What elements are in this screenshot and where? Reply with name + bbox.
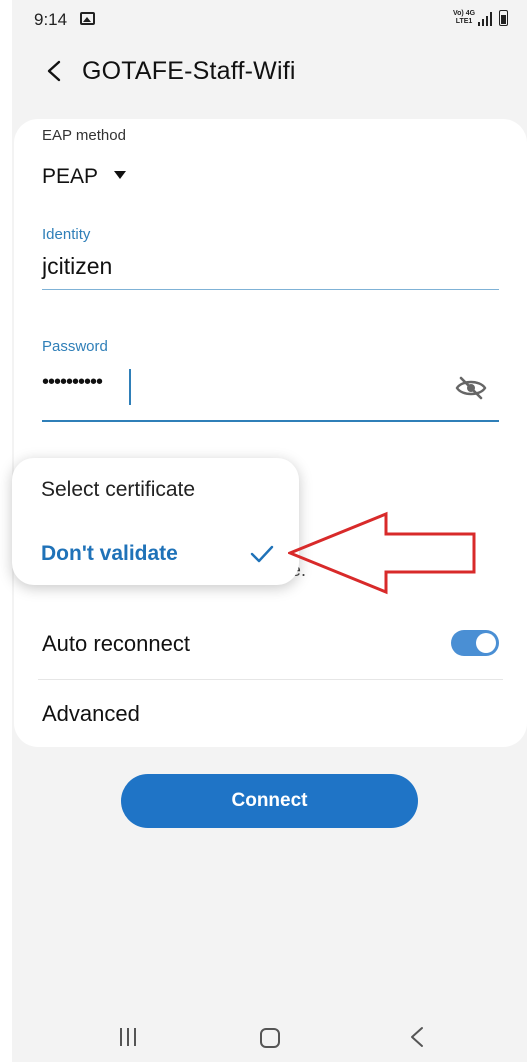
status-bar: 9:14 Vo) 4G LTE1	[12, 0, 527, 40]
toggle-knob	[476, 633, 496, 653]
eap-method-dropdown[interactable]: PEAP	[42, 165, 98, 189]
nav-back-icon[interactable]	[408, 1026, 426, 1048]
password-input[interactable]: ••••••••••	[42, 371, 103, 394]
red-arrow-annotation	[288, 511, 476, 595]
screen: 9:14 Vo) 4G LTE1 GOTAFE-Staff-Wifi EAP m…	[12, 0, 527, 1062]
network-indicator: Vo) 4G LTE1	[453, 10, 475, 26]
signal-icon	[478, 12, 492, 26]
text-cursor	[129, 369, 131, 405]
header: GOTAFE-Staff-Wifi	[12, 50, 527, 94]
divider	[38, 679, 503, 680]
battery-icon	[499, 10, 508, 26]
network-indicator-top: Vo) 4G	[453, 10, 476, 17]
chevron-down-icon[interactable]	[114, 171, 126, 179]
password-underline	[42, 420, 499, 422]
status-time: 9:14	[34, 10, 68, 29]
navigation-bar	[12, 1012, 527, 1062]
dont-validate-option[interactable]: Don't validate	[41, 542, 178, 566]
settings-card: EAP method PEAP Identity jcitizen Passwo…	[14, 119, 527, 747]
password-label: Password	[42, 338, 108, 355]
identity-label: Identity	[42, 226, 91, 243]
identity-input[interactable]: jcitizen	[42, 253, 112, 280]
check-icon	[250, 545, 274, 563]
gallery-icon	[80, 12, 95, 25]
back-icon[interactable]	[44, 59, 66, 83]
certificate-popup: Select certificate Don't validate	[12, 458, 299, 585]
recent-apps-icon[interactable]	[118, 1028, 138, 1046]
advanced-item[interactable]: Advanced	[42, 701, 140, 727]
network-indicator-bottom: LTE1	[455, 18, 473, 25]
eye-off-icon[interactable]	[454, 375, 488, 401]
popup-title: Select certificate	[41, 478, 196, 501]
home-icon[interactable]	[260, 1028, 280, 1048]
identity-underline	[42, 289, 499, 290]
eap-method-label: EAP method	[42, 127, 126, 144]
connect-button[interactable]: Connect	[121, 774, 418, 828]
auto-reconnect-toggle[interactable]	[451, 630, 499, 656]
auto-reconnect-label: Auto reconnect	[42, 631, 190, 656]
page-title: GOTAFE-Staff-Wifi	[82, 57, 296, 85]
